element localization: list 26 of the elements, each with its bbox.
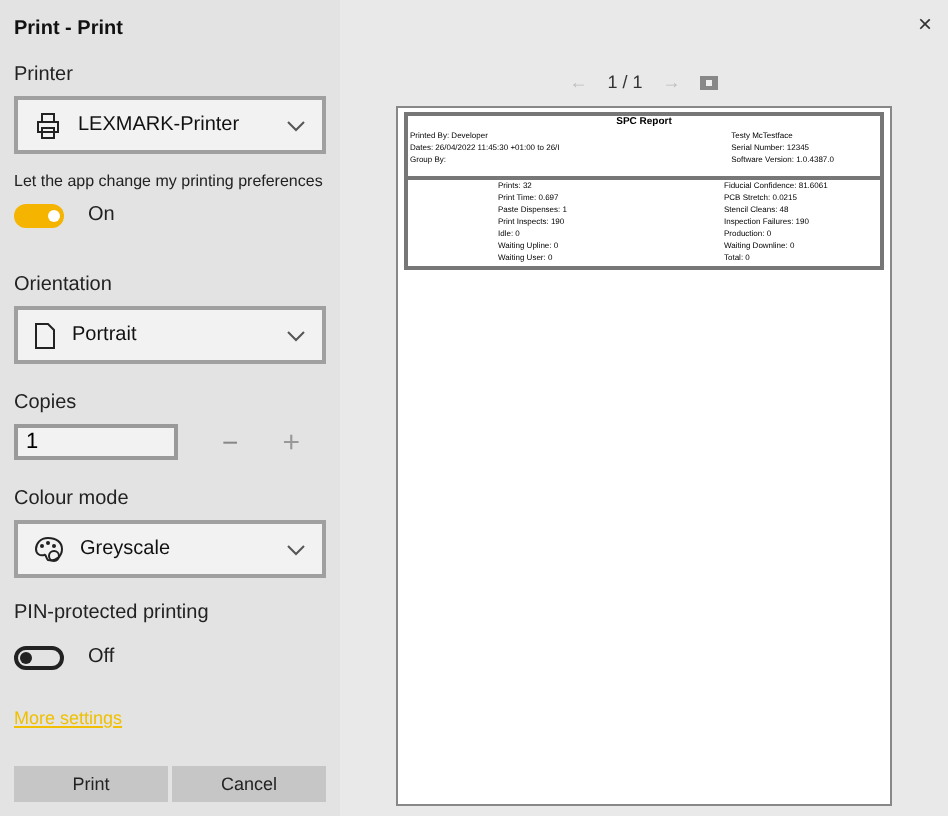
field-label: PIN-protected printing — [14, 600, 211, 628]
printer-dropdown[interactable]: LEXMARK-Printer — [14, 96, 326, 154]
toggle-state: On — [88, 202, 115, 230]
field-label: Let the app change my printing preferences — [14, 170, 323, 192]
copies-field[interactable]: 1 — [14, 424, 178, 460]
orientation-dropdown[interactable]: Portrait — [14, 306, 326, 364]
page-icon — [34, 321, 56, 349]
cancel-button[interactable]: Cancel — [172, 766, 326, 802]
field-label: Copies — [14, 390, 79, 418]
printer-icon — [34, 111, 62, 139]
chevron-down-icon — [286, 543, 306, 555]
print-button[interactable]: Print — [14, 766, 168, 802]
fit-page-icon[interactable] — [700, 76, 719, 91]
toggle-switch[interactable] — [14, 203, 64, 227]
chevron-down-icon — [286, 119, 306, 131]
window-title: Print - Print — [14, 16, 125, 44]
field-label: Colour mode — [14, 486, 131, 514]
toggle-switch[interactable] — [14, 645, 64, 669]
field-label: Orientation — [14, 272, 114, 300]
page-counter: 1 / 1 — [607, 70, 643, 96]
close-button[interactable]: × — [917, 6, 932, 42]
toggle-state: Off — [88, 644, 115, 672]
palette-icon — [34, 535, 64, 563]
colour-mode-dropdown[interactable]: Greyscale — [14, 520, 326, 578]
field-label: Printer — [14, 62, 75, 90]
chevron-down-icon — [286, 329, 306, 341]
